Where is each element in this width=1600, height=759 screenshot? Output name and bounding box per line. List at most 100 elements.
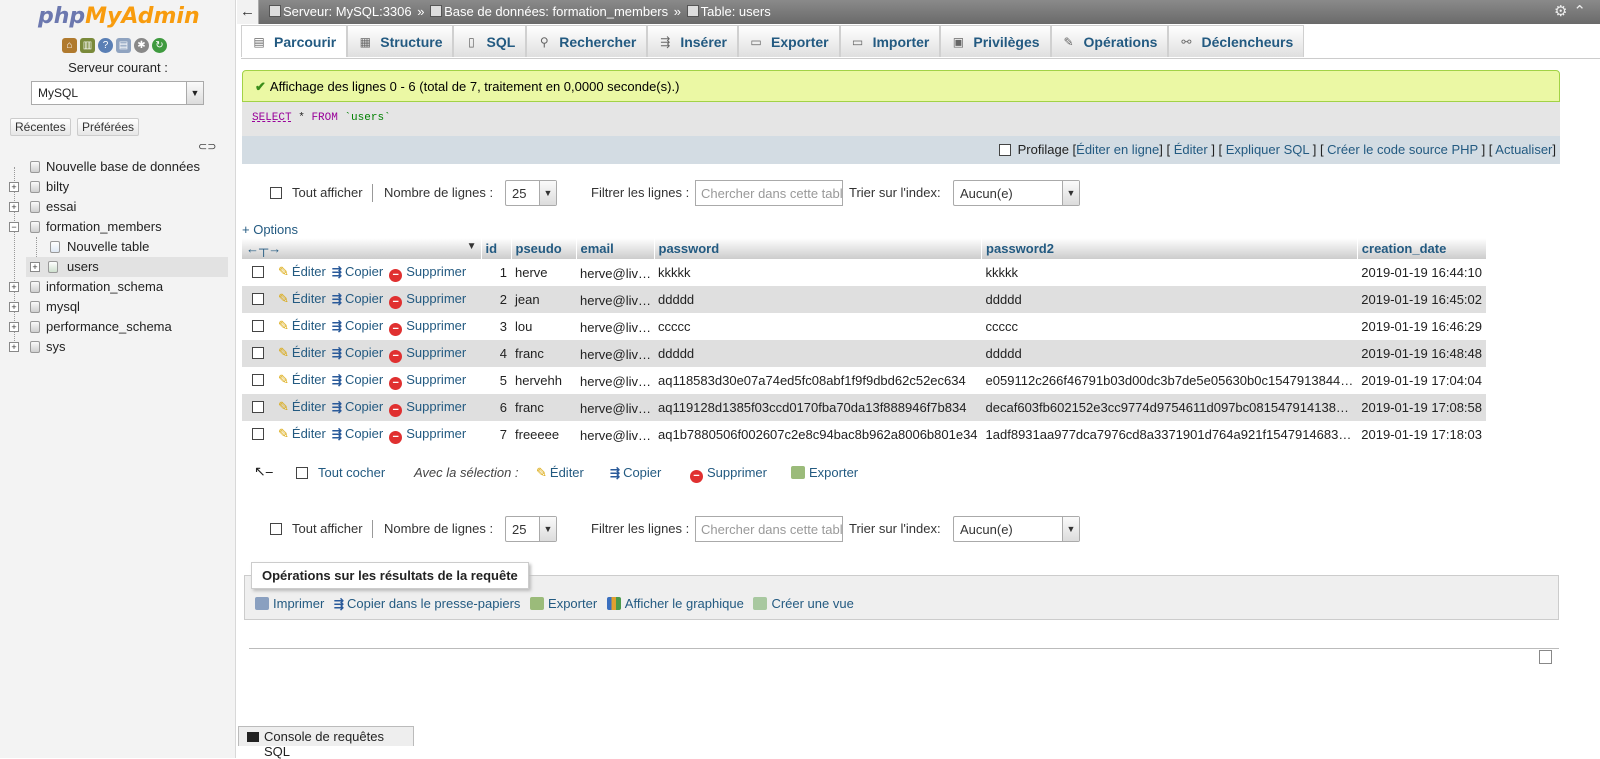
cell-pseudo[interactable]: lou bbox=[511, 313, 576, 340]
tree-item-new-table[interactable]: Nouvelle table bbox=[0, 237, 236, 257]
profiling-checkbox[interactable] bbox=[998, 144, 1011, 156]
back-arrow-icon[interactable]: ← bbox=[237, 0, 259, 24]
row-edit-button[interactable]: ✎ Éditer bbox=[278, 345, 326, 360]
row-delete-button[interactable]: − Supprimer bbox=[389, 264, 466, 282]
collapse-icon[interactable]: ⌃ bbox=[1573, 3, 1592, 20]
tab-search[interactable]: ⚲ Rechercher bbox=[526, 25, 648, 57]
cell-password2[interactable]: kkkkk bbox=[981, 259, 1358, 286]
cell-email[interactable]: herve@live.fr bbox=[576, 286, 654, 313]
check-all-link[interactable]: Tout cocher bbox=[318, 465, 385, 480]
cell-pseudo[interactable]: jean bbox=[511, 286, 576, 313]
expand-icon[interactable]: + bbox=[9, 202, 19, 212]
page-settings-icon[interactable] bbox=[1539, 650, 1552, 664]
cell-password2[interactable]: 1adf8931aa977dca7976cd8a3371901d764a921f… bbox=[981, 421, 1358, 448]
collapse-icon[interactable]: − bbox=[9, 222, 19, 232]
bulk-copy-button[interactable]: ⇶ Copier bbox=[610, 465, 661, 480]
copy-clipboard-button[interactable]: ⇶ Copier dans le presse-papiers bbox=[334, 596, 521, 611]
cell-email[interactable]: herve@live.fr bbox=[576, 421, 654, 448]
sort-dropdown-icon[interactable]: ▼ bbox=[467, 241, 477, 252]
cell-pseudo[interactable]: franc bbox=[511, 340, 576, 367]
tab-privileges[interactable]: ▣ Privilèges bbox=[940, 25, 1051, 57]
row-delete-button[interactable]: − Supprimer bbox=[389, 345, 466, 363]
cell-password[interactable]: ddddd bbox=[654, 340, 982, 367]
row-copy-button[interactable]: ⇶ Copier bbox=[332, 426, 383, 441]
row-checkbox[interactable] bbox=[252, 265, 264, 278]
cell-pseudo[interactable]: herve bbox=[511, 259, 576, 286]
cell-pseudo[interactable]: hervehh bbox=[511, 367, 576, 394]
cell-email[interactable]: herve@live.fr bbox=[576, 394, 654, 421]
export-button[interactable]: Exporter bbox=[530, 596, 597, 611]
cell-password2[interactable]: ccccc bbox=[981, 313, 1358, 340]
cell-creation-date[interactable]: 2019-01-19 16:48:48 bbox=[1357, 340, 1486, 367]
table-row[interactable]: ✎ Éditer ⇶ Copier − Supprimer 7 freeeee herve@li… bbox=[242, 421, 1486, 448]
row-delete-button[interactable]: − Supprimer bbox=[389, 291, 466, 309]
create-php-code-link[interactable]: Créer le code source PHP bbox=[1327, 142, 1478, 157]
cell-password2[interactable]: ddddd bbox=[981, 340, 1358, 367]
column-resize-arrows-icon[interactable]: ←┬→ bbox=[246, 241, 281, 256]
tab-triggers[interactable]: ⚯ Déclencheurs bbox=[1168, 25, 1305, 57]
row-edit-button[interactable]: ✎ Éditer bbox=[278, 318, 326, 333]
breadcrumb-database[interactable]: Base de données: formation_members bbox=[444, 4, 668, 19]
cell-pseudo[interactable]: freeeee bbox=[511, 421, 576, 448]
cell-email[interactable]: herve@live.fr bbox=[576, 313, 654, 340]
tree-item-users[interactable]: + users bbox=[26, 257, 228, 277]
bulk-delete-button[interactable]: − Supprimer bbox=[690, 465, 767, 483]
tab-browse[interactable]: ▤ Parcourir bbox=[241, 25, 348, 57]
sql-keyword-select[interactable]: SELECT bbox=[252, 112, 292, 124]
cell-creation-date[interactable]: 2019-01-19 17:04:04 bbox=[1357, 367, 1486, 394]
row-delete-button[interactable]: − Supprimer bbox=[389, 426, 466, 444]
phpmyadmin-logo[interactable]: phpMyAdmin bbox=[38, 4, 200, 29]
cell-password[interactable]: ccccc bbox=[654, 313, 982, 340]
options-link[interactable]: + Options bbox=[242, 222, 298, 237]
server-select[interactable]: MySQL ▼ bbox=[31, 81, 204, 105]
row-delete-button[interactable]: − Supprimer bbox=[389, 372, 466, 390]
tab-import[interactable]: ▭ Importer bbox=[839, 25, 941, 57]
table-row[interactable]: ✎ Éditer ⇶ Copier − Supprimer 4 franc herve@live… bbox=[242, 340, 1486, 367]
reload-icon[interactable]: ↻ bbox=[152, 38, 167, 53]
row-edit-button[interactable]: ✎ Éditer bbox=[278, 372, 326, 387]
table-row[interactable]: ✎ Éditer ⇶ Copier − Supprimer 1 herve herve@live… bbox=[242, 259, 1486, 286]
docs-icon[interactable]: ▤ bbox=[116, 38, 131, 53]
row-edit-button[interactable]: ✎ Éditer bbox=[278, 291, 326, 306]
expand-icon[interactable]: + bbox=[9, 282, 19, 292]
expand-icon[interactable]: + bbox=[9, 302, 19, 312]
row-edit-button[interactable]: ✎ Éditer bbox=[278, 399, 326, 414]
bulk-edit-button[interactable]: ✎ Éditer bbox=[536, 465, 584, 481]
cell-password[interactable]: ddddd bbox=[654, 286, 982, 313]
row-copy-button[interactable]: ⇶ Copier bbox=[332, 345, 383, 360]
breadcrumb-table[interactable]: Table: users bbox=[701, 4, 771, 19]
row-copy-button[interactable]: ⇶ Copier bbox=[332, 264, 383, 279]
column-header-id[interactable]: id bbox=[481, 238, 512, 259]
tab-operations[interactable]: ✎ Opérations bbox=[1050, 25, 1169, 57]
cell-id[interactable]: 3 bbox=[481, 313, 511, 340]
row-checkbox[interactable] bbox=[252, 346, 264, 359]
cell-email[interactable]: herve@live.fr bbox=[576, 259, 654, 286]
cell-password[interactable]: aq1b7880506f002607c2e8c94bac8b962a8006b8… bbox=[654, 421, 982, 448]
tab-insert[interactable]: ⇶ Insérer bbox=[647, 25, 739, 57]
create-view-button[interactable]: Créer une vue bbox=[753, 596, 854, 611]
tree-item-essai[interactable]: + essai bbox=[0, 197, 236, 217]
column-header-password[interactable]: password bbox=[654, 238, 983, 259]
cell-email[interactable]: herve@live.fr bbox=[576, 367, 654, 394]
tab-export[interactable]: ▭ Exporter bbox=[738, 25, 840, 57]
row-checkbox[interactable] bbox=[252, 400, 264, 413]
rows-select[interactable]: 25 ▼ bbox=[505, 516, 557, 542]
tab-sql[interactable]: ▯ SQL bbox=[453, 25, 527, 57]
cell-password2[interactable]: e059112c266f46791b03d00dc3b7de5e05630b0c… bbox=[981, 367, 1358, 394]
expand-icon[interactable]: + bbox=[9, 182, 19, 192]
tree-item-new-database[interactable]: Nouvelle base de données bbox=[0, 157, 236, 177]
row-checkbox[interactable] bbox=[252, 373, 264, 386]
show-all-checkbox[interactable] bbox=[270, 523, 282, 535]
row-copy-button[interactable]: ⇶ Copier bbox=[332, 372, 383, 387]
recent-tables-button[interactable]: Récentes bbox=[10, 118, 71, 136]
tree-item-sys[interactable]: + sys bbox=[0, 337, 236, 357]
explain-sql-link[interactable]: Expliquer SQL bbox=[1226, 142, 1309, 157]
column-header-creation-date[interactable]: creation_date bbox=[1357, 238, 1487, 259]
display-chart-button[interactable]: Afficher le graphique bbox=[606, 596, 744, 611]
cell-id[interactable]: 5 bbox=[481, 367, 511, 394]
cell-pseudo[interactable]: franc bbox=[511, 394, 576, 421]
show-all-checkbox[interactable] bbox=[270, 187, 282, 199]
edit-sql-link[interactable]: Éditer bbox=[1174, 142, 1208, 157]
cell-password[interactable]: aq118583d30e07a74ed5fc08abf1f9f9dbd62c52… bbox=[654, 367, 982, 394]
row-copy-button[interactable]: ⇶ Copier bbox=[332, 291, 383, 306]
